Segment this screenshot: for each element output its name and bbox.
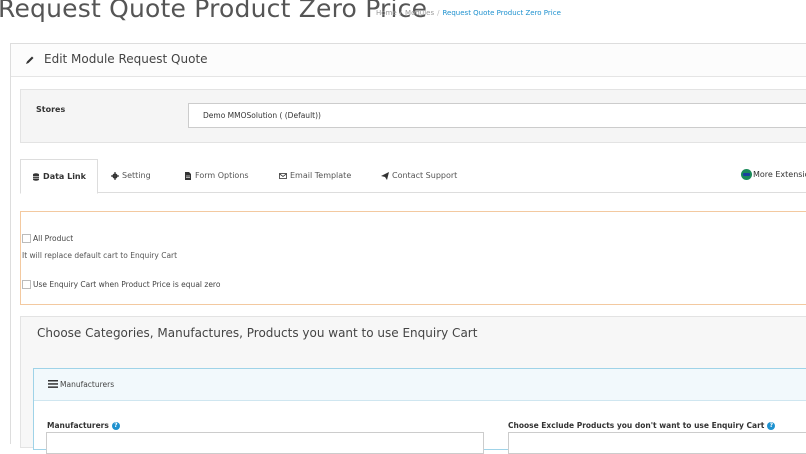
more-extensions-label: More Extension — [753, 170, 806, 179]
stores-selected-value: Demo MMOSolution ( (Default)) — [203, 111, 321, 120]
hamburger-icon — [48, 380, 58, 388]
panel-heading: Edit Module Request Quote — [11, 44, 806, 77]
choose-section: Choose Categories, Manufactures, Product… — [20, 316, 806, 454]
tab-form-options[interactable]: Form Options — [184, 159, 249, 192]
all-product-label: All Product — [33, 234, 74, 243]
manufacturers-heading-label: Manufacturers — [60, 380, 115, 389]
exclude-products-input[interactable] — [508, 432, 806, 454]
exclude-products-label-text: Choose Exclude Products you don't want t… — [508, 421, 765, 430]
zero-price-label: Use Enquiry Cart when Product Price is e… — [33, 280, 221, 289]
zero-price-checkbox[interactable] — [22, 280, 31, 289]
brand-logo-icon — [741, 169, 752, 180]
stores-label: Stores — [36, 105, 66, 114]
breadcrumb-current[interactable]: Request Quote Product Zero Price — [443, 9, 561, 17]
paper-plane-icon — [381, 171, 389, 180]
manufacturers-heading: Manufacturers — [34, 369, 806, 401]
all-product-option[interactable]: All Product — [22, 234, 73, 243]
breadcrumb-modules[interactable]: Modules — [405, 9, 434, 17]
page-header: Request Quote Product Zero Price Home / Mo… — [0, 0, 806, 30]
tab-contact-support-label: Contact Support — [392, 171, 458, 180]
zero-price-option[interactable]: Use Enquiry Cart when Product Price is e… — [22, 280, 220, 289]
breadcrumb: Home / Modules / Request Quote Product Zero … — [376, 9, 561, 17]
choose-title: Choose Categories, Manufactures, Product… — [37, 326, 478, 340]
panel-title: Edit Module Request Quote — [44, 52, 208, 66]
stores-group: Stores Demo MMOSolution ( (Default)) — [20, 89, 806, 143]
stores-select[interactable]: Demo MMOSolution ( (Default)) — [188, 103, 806, 128]
breadcrumb-home[interactable]: Home — [376, 9, 397, 17]
pencil-icon — [26, 56, 34, 64]
page-title: Request Quote Product Zero Price — [0, 0, 428, 23]
tab-setting[interactable]: Setting — [111, 159, 151, 192]
question-icon[interactable]: ? — [767, 421, 776, 430]
tab-form-options-label: Form Options — [195, 171, 249, 180]
tab-bar: Data Link Setting Form Options Email Tem… — [20, 159, 806, 194]
tab-setting-label: Setting — [122, 171, 151, 180]
database-icon — [33, 172, 40, 181]
file-icon — [185, 171, 191, 180]
tab-data-link[interactable]: Data Link — [20, 159, 98, 194]
envelope-icon — [279, 172, 287, 179]
more-extensions-link[interactable]: More Extension — [741, 169, 806, 180]
edit-panel: Edit Module Request Quote Stores Demo MM… — [10, 43, 806, 454]
manufacturers-field-label: Manufacturers ? — [47, 421, 120, 430]
manufacturers-input[interactable] — [46, 432, 484, 454]
all-product-checkbox[interactable] — [22, 234, 31, 243]
exclude-products-label: Choose Exclude Products you don't want t… — [508, 421, 776, 430]
tab-email-template[interactable]: Email Template — [279, 159, 351, 192]
manufacturers-label-text: Manufacturers — [47, 421, 109, 430]
tab-data-link-label: Data Link — [43, 172, 86, 181]
manufacturers-panel: Manufacturers Manufacturers ? Choose Exc… — [33, 368, 806, 454]
tab-email-template-label: Email Template — [290, 171, 352, 180]
all-product-help: It will replace default cart to Enquiry … — [22, 251, 178, 260]
gear-icon — [111, 171, 119, 180]
options-box: All Product It will replace default cart… — [20, 211, 806, 305]
question-icon[interactable]: ? — [111, 421, 120, 430]
tab-contact-support[interactable]: Contact Support — [381, 159, 457, 192]
